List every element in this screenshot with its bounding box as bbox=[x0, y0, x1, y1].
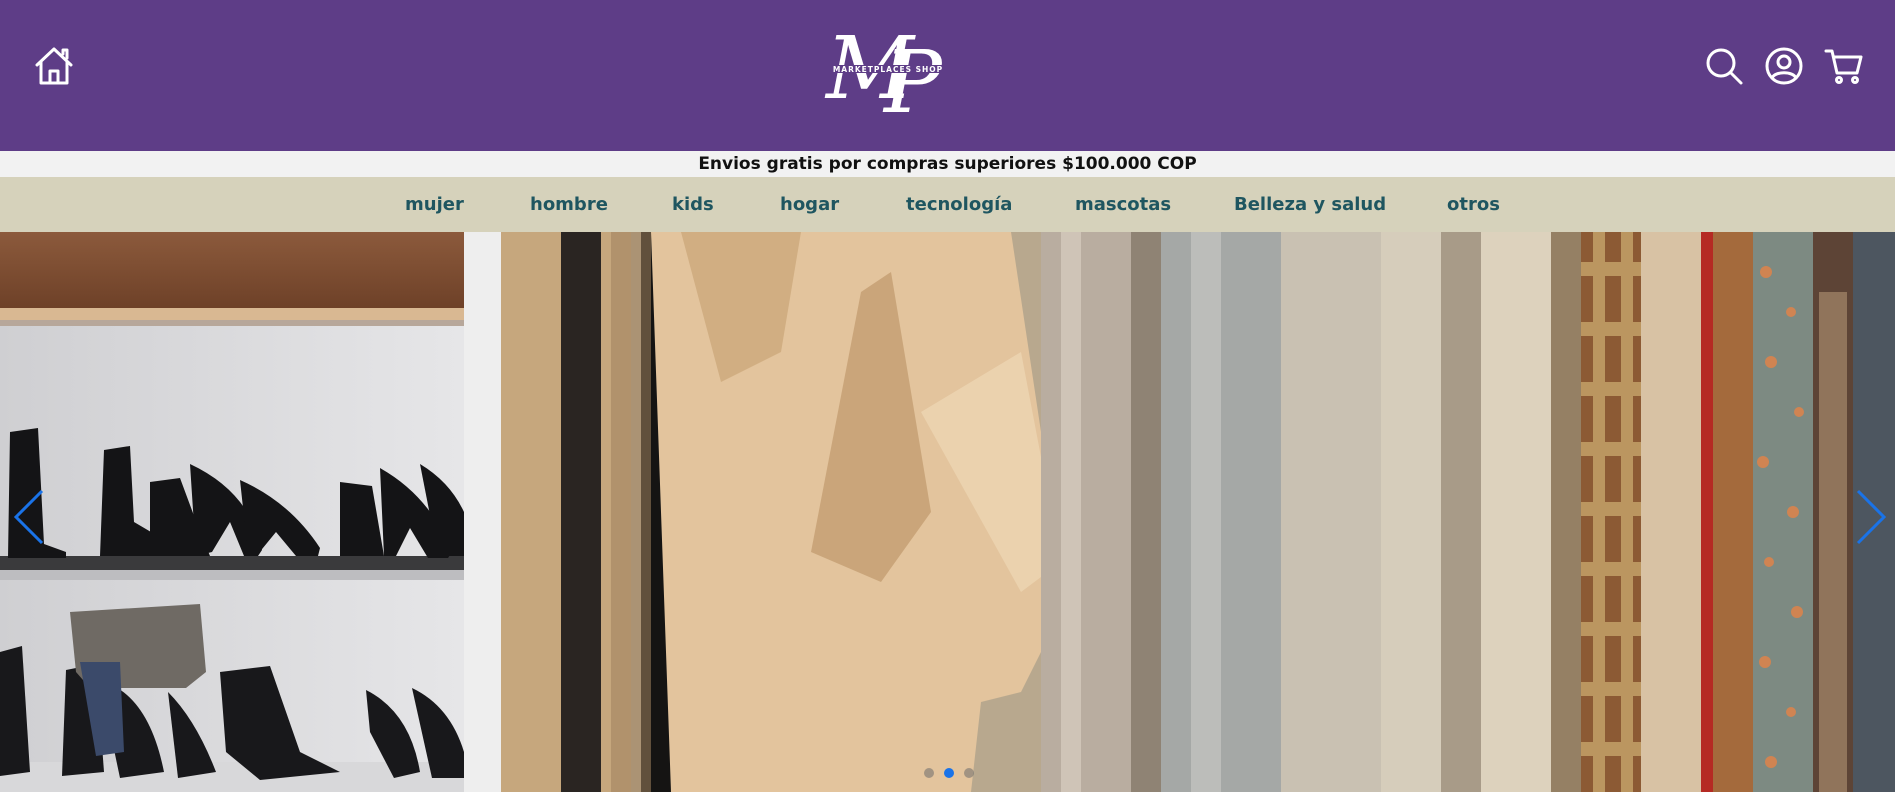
carousel-dot-1[interactable] bbox=[924, 768, 934, 778]
category-nav: mujer hombre kids hogar tecnología masco… bbox=[0, 177, 1895, 232]
site-logo[interactable]: M P MARKETPLACES SHOP bbox=[822, 8, 954, 133]
search-button[interactable] bbox=[1702, 44, 1746, 88]
clothing-rack-image bbox=[501, 232, 1895, 792]
shipping-announcement: Envios gratis por compras superiores $10… bbox=[0, 151, 1895, 177]
nav-item-mascotas[interactable]: mascotas bbox=[1075, 177, 1171, 232]
shopping-cart-icon bbox=[1824, 49, 1863, 84]
nav-item-hombre[interactable]: hombre bbox=[530, 177, 608, 232]
nav-item-otros[interactable]: otros bbox=[1447, 177, 1500, 232]
logo-monogram-p: P bbox=[882, 33, 944, 128]
site-header: M P MARKETPLACES SHOP bbox=[0, 0, 1895, 151]
logo-text: MARKETPLACES SHOP bbox=[833, 65, 943, 74]
chevron-right-icon bbox=[1856, 489, 1887, 545]
carousel-prev-button[interactable] bbox=[10, 487, 50, 547]
cart-button[interactable] bbox=[1822, 44, 1866, 88]
carousel-indicators bbox=[924, 766, 974, 780]
slide-shoe-shelf[interactable] bbox=[0, 232, 464, 792]
nav-item-kids[interactable]: kids bbox=[672, 177, 714, 232]
nav-item-hogar[interactable]: hogar bbox=[780, 177, 839, 232]
carousel-dot-3[interactable] bbox=[964, 768, 974, 778]
home-button[interactable] bbox=[32, 44, 76, 88]
nav-item-tecnologia[interactable]: tecnología bbox=[906, 177, 1012, 232]
carousel-next-button[interactable] bbox=[1850, 487, 1890, 547]
slide-clothing-rack[interactable] bbox=[501, 232, 1895, 792]
user-account-icon bbox=[1765, 47, 1803, 85]
carousel-dot-2[interactable] bbox=[944, 768, 954, 778]
account-button[interactable] bbox=[1762, 44, 1806, 88]
nav-item-mujer[interactable]: mujer bbox=[405, 177, 464, 232]
nav-item-belleza-y-salud[interactable]: Belleza y salud bbox=[1234, 177, 1386, 232]
shoe-shelf-image bbox=[0, 232, 464, 792]
search-icon bbox=[1706, 48, 1743, 85]
chevron-left-icon bbox=[13, 489, 44, 545]
home-icon bbox=[35, 47, 73, 85]
hero-carousel bbox=[0, 232, 1895, 792]
